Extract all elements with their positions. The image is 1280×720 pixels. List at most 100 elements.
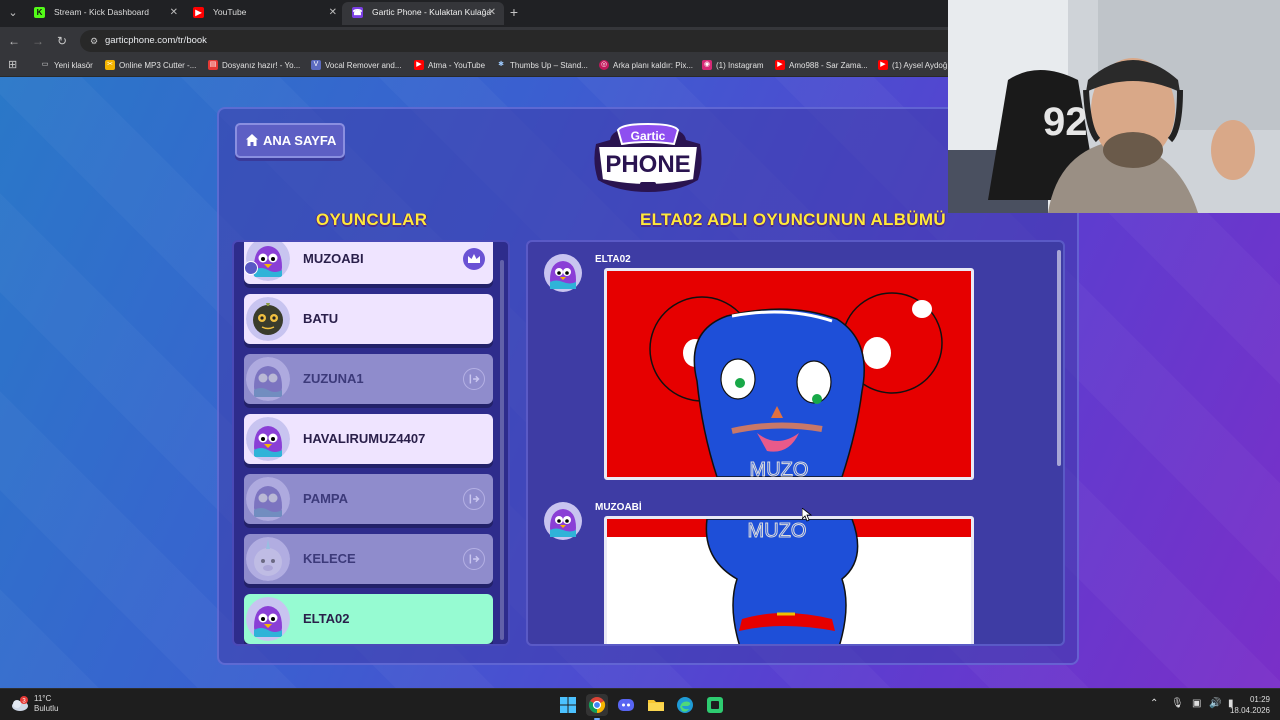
youtube-icon: ▶ <box>414 60 424 70</box>
crown-icon <box>463 248 485 270</box>
youtube-icon: ▶ <box>193 7 204 18</box>
edge-icon[interactable] <box>674 694 696 716</box>
chrome-taskbar-button[interactable] <box>586 694 608 720</box>
bookmark-item[interactable]: ◉ (1) Instagram <box>702 55 764 76</box>
home-button[interactable]: ANA SAYFA <box>235 123 345 158</box>
vocal-remover-icon: V <box>311 60 321 70</box>
svg-text:MUZO: MUZO <box>748 520 807 542</box>
system-clock[interactable]: 01:29 18.04.2026 <box>1230 694 1270 716</box>
album-drawing-2[interactable]: MUZO <box>604 516 974 644</box>
microphone-icon[interactable]: 🎙 <box>1171 698 1184 709</box>
tab-gartic-phone[interactable]: ☎ Gartic Phone - Kulaktan Kulağa ✕ <box>342 2 504 25</box>
bird-avatar-icon <box>246 597 290 641</box>
leave-icon <box>463 488 485 510</box>
mouse-pointer-icon <box>802 508 812 522</box>
bookmark-item[interactable]: ▶ Amo988 - Sar Zama... <box>775 55 868 76</box>
players-list[interactable]: MUZOABI BATU ZUZUNA1 HAVALIRUMUZ4407 PAM… <box>232 240 510 646</box>
close-icon[interactable]: ✕ <box>488 2 496 23</box>
youtube-icon: ▶ <box>878 60 888 70</box>
tab-title: Stream - Kick Dashboard <box>54 7 149 17</box>
svg-text:92: 92 <box>1043 100 1088 144</box>
player-name: KELECE <box>303 551 356 566</box>
clock-date: 18.04.2026 <box>1229 706 1270 715</box>
bookmark-item[interactable]: ✂ Online MP3 Cutter -... <box>105 55 196 76</box>
album-title: ELTA02 ADLI OYUNCUNUN ALBÜMÜ <box>640 210 946 229</box>
player-row[interactable]: MUZOABI <box>244 242 493 284</box>
weather-temperature: 11°C <box>34 694 52 703</box>
bookmark-item[interactable]: ▤ Dosyanız hazır! - Yo... <box>208 55 300 76</box>
tab-search-button[interactable]: ⌄ <box>4 4 22 22</box>
drawing-canvas: MUZO <box>607 519 971 644</box>
new-tab-button[interactable]: + <box>506 4 522 20</box>
clock-time: 01:29 <box>1249 695 1270 704</box>
bookmark-item[interactable]: ▶ (1) Aysel Aydoğ... <box>878 55 954 76</box>
svg-text:PHONE: PHONE <box>605 151 690 178</box>
scissors-icon: ✂ <box>105 60 115 70</box>
cloud-icon: 3 <box>12 696 28 711</box>
tab-title: Gartic Phone - Kulaktan Kulağa <box>372 7 492 17</box>
bird-avatar-icon <box>246 417 290 461</box>
chrome-icon <box>588 697 606 714</box>
apps-grid-icon[interactable]: ⊞ <box>8 59 20 71</box>
tab-youtube[interactable]: ▶ YouTube ✕ <box>183 2 345 25</box>
forward-arrow-icon[interactable]: → <box>30 33 46 49</box>
player-name: MUZOABI <box>303 251 364 266</box>
player-name: ZUZUNA1 <box>303 371 364 386</box>
player-name: HAVALIRUMUZ4407 <box>303 431 426 446</box>
player-name: ELTA02 <box>303 611 350 626</box>
bird-avatar-icon <box>544 502 582 540</box>
svg-text:Gartic: Gartic <box>631 129 666 143</box>
app-icon[interactable] <box>704 694 726 716</box>
volume-icon[interactable]: 🔊 <box>1209 698 1221 709</box>
tab-kick-dashboard[interactable]: K Stream - Kick Dashboard ✕ <box>24 2 186 25</box>
unicorn-avatar-icon <box>246 537 290 581</box>
remove-bg-icon: ◎ <box>599 60 609 70</box>
tray-overflow-icon[interactable]: ⌃ <box>1150 698 1158 709</box>
kick-icon: K <box>34 7 45 18</box>
album-scrollbar[interactable] <box>1057 250 1061 466</box>
network-icon[interactable]: ▣ <box>1192 698 1201 709</box>
leave-icon <box>463 548 485 570</box>
streamer-webcam: 92 <box>948 0 1280 213</box>
leave-icon <box>463 368 485 390</box>
close-icon[interactable]: ✕ <box>329 2 337 23</box>
album-panel[interactable]: ELTA02 MUZO MUZOABİ MUZO <box>526 240 1065 646</box>
windows-start-icon[interactable] <box>557 694 579 716</box>
player-row[interactable]: HAVALIRUMUZ4407 <box>244 414 493 464</box>
weather-description: Bulutlu <box>34 704 59 713</box>
bookmark-item[interactable]: ✱ Thumbs Up – Stand... <box>496 55 588 76</box>
player-row[interactable]: BATU <box>244 294 493 344</box>
player-name: BATU <box>303 311 339 326</box>
bookmark-item[interactable]: V Vocal Remover and... <box>311 55 401 76</box>
discord-icon[interactable] <box>615 694 637 716</box>
file-explorer-icon[interactable] <box>645 694 667 716</box>
player-row[interactable]: PAMPA <box>244 474 493 524</box>
bookmark-item[interactable]: ◎ Arka planı kaldır: Pix... <box>599 55 693 76</box>
home-button-label: ANA SAYFA <box>263 133 337 148</box>
house-icon <box>246 134 258 146</box>
site-info-icon[interactable]: ⚙ <box>88 35 100 47</box>
reload-icon[interactable]: ↻ <box>54 33 70 49</box>
players-scrollbar[interactable] <box>500 260 504 640</box>
player-row-selected[interactable]: ELTA02 <box>244 594 493 644</box>
player-name: PAMPA <box>303 491 349 506</box>
players-title: OYUNCULAR <box>316 210 428 229</box>
bookmark-item[interactable]: ▭ Yeni klasör <box>40 55 93 76</box>
close-icon[interactable]: ✕ <box>170 2 178 23</box>
svg-text:MUZO: MUZO <box>750 459 809 477</box>
address-bar[interactable]: ⚙ garticphone.com/tr/book <box>80 30 960 52</box>
user-badge-icon <box>244 261 258 275</box>
album-drawing-1[interactable]: MUZO <box>604 268 974 480</box>
instagram-icon: ◉ <box>702 60 712 70</box>
star-icon: ✱ <box>498 61 504 68</box>
bookmark-item[interactable]: ▶ Atma - YouTube <box>414 55 485 76</box>
player-row[interactable]: ZUZUNA1 <box>244 354 493 404</box>
album-entry-author: MUZOABİ <box>595 502 642 513</box>
player-row[interactable]: KELECE <box>244 534 493 584</box>
bird-avatar-icon <box>246 477 290 521</box>
back-arrow-icon[interactable]: ← <box>6 33 22 49</box>
weather-widget[interactable]: 3 11°C Bulutlu <box>10 694 58 714</box>
robot-avatar-icon <box>246 297 290 341</box>
url-text: garticphone.com/tr/book <box>105 35 207 46</box>
bird-avatar-icon <box>246 357 290 401</box>
